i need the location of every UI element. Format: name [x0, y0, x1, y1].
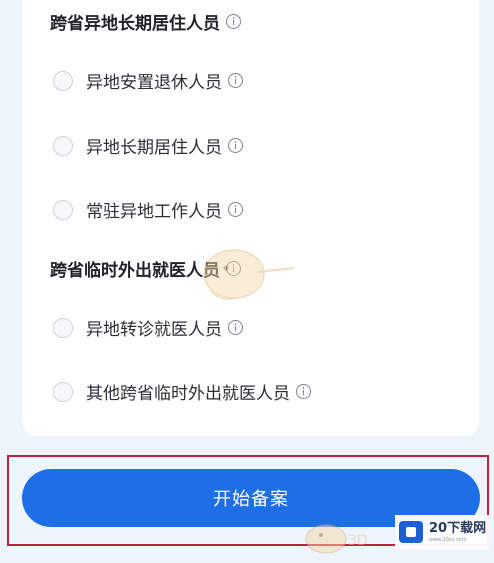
option-resettled-retirees[interactable]: 异地安置退休人员	[53, 68, 243, 93]
section-title-long-term-residence: 跨省异地长期居住人员	[50, 9, 241, 34]
option-label: 常驻异地工作人员	[86, 202, 222, 222]
cube-logo-icon	[399, 521, 423, 543]
watermark-mascot-icon	[203, 249, 295, 300]
option-label: 异地安置退休人员	[86, 73, 222, 93]
info-icon[interactable]	[296, 384, 311, 399]
watermark-mascot-icon: 3D	[305, 524, 368, 554]
info-icon[interactable]	[228, 202, 243, 217]
radio-button[interactable]	[53, 317, 73, 338]
option-other-temporary-patients[interactable]: 其他跨省临时外出就医人员	[53, 379, 311, 404]
option-resident-workers[interactable]: 常驻异地工作人员	[53, 197, 243, 222]
watermark-badge: 20下载网 www.20xz.com	[395, 515, 489, 549]
section-title-text: 跨省异地长期居住人员	[50, 14, 220, 34]
option-long-term-residents[interactable]: 异地长期居住人员	[53, 133, 243, 158]
info-icon[interactable]	[226, 14, 241, 29]
section-title-text: 跨省临时外出就医人员	[50, 261, 220, 281]
option-label: 异地转诊就医人员	[86, 320, 222, 340]
info-icon[interactable]	[228, 73, 243, 88]
watermark-name: 20下载网	[429, 520, 487, 536]
radio-button[interactable]	[53, 135, 73, 156]
svg-text:3D: 3D	[348, 533, 368, 549]
watermark-url: www.20xz.com	[429, 536, 467, 543]
start-filing-label: 开始备案	[213, 489, 289, 510]
option-referral-patients[interactable]: 异地转诊就医人员	[53, 315, 243, 340]
radio-button[interactable]	[53, 70, 73, 91]
radio-button[interactable]	[53, 199, 73, 220]
option-label: 其他跨省临时外出就医人员	[86, 384, 290, 404]
info-icon[interactable]	[228, 320, 243, 335]
option-label: 异地长期居住人员	[86, 138, 222, 158]
radio-button[interactable]	[53, 381, 73, 402]
info-icon[interactable]	[228, 138, 243, 153]
